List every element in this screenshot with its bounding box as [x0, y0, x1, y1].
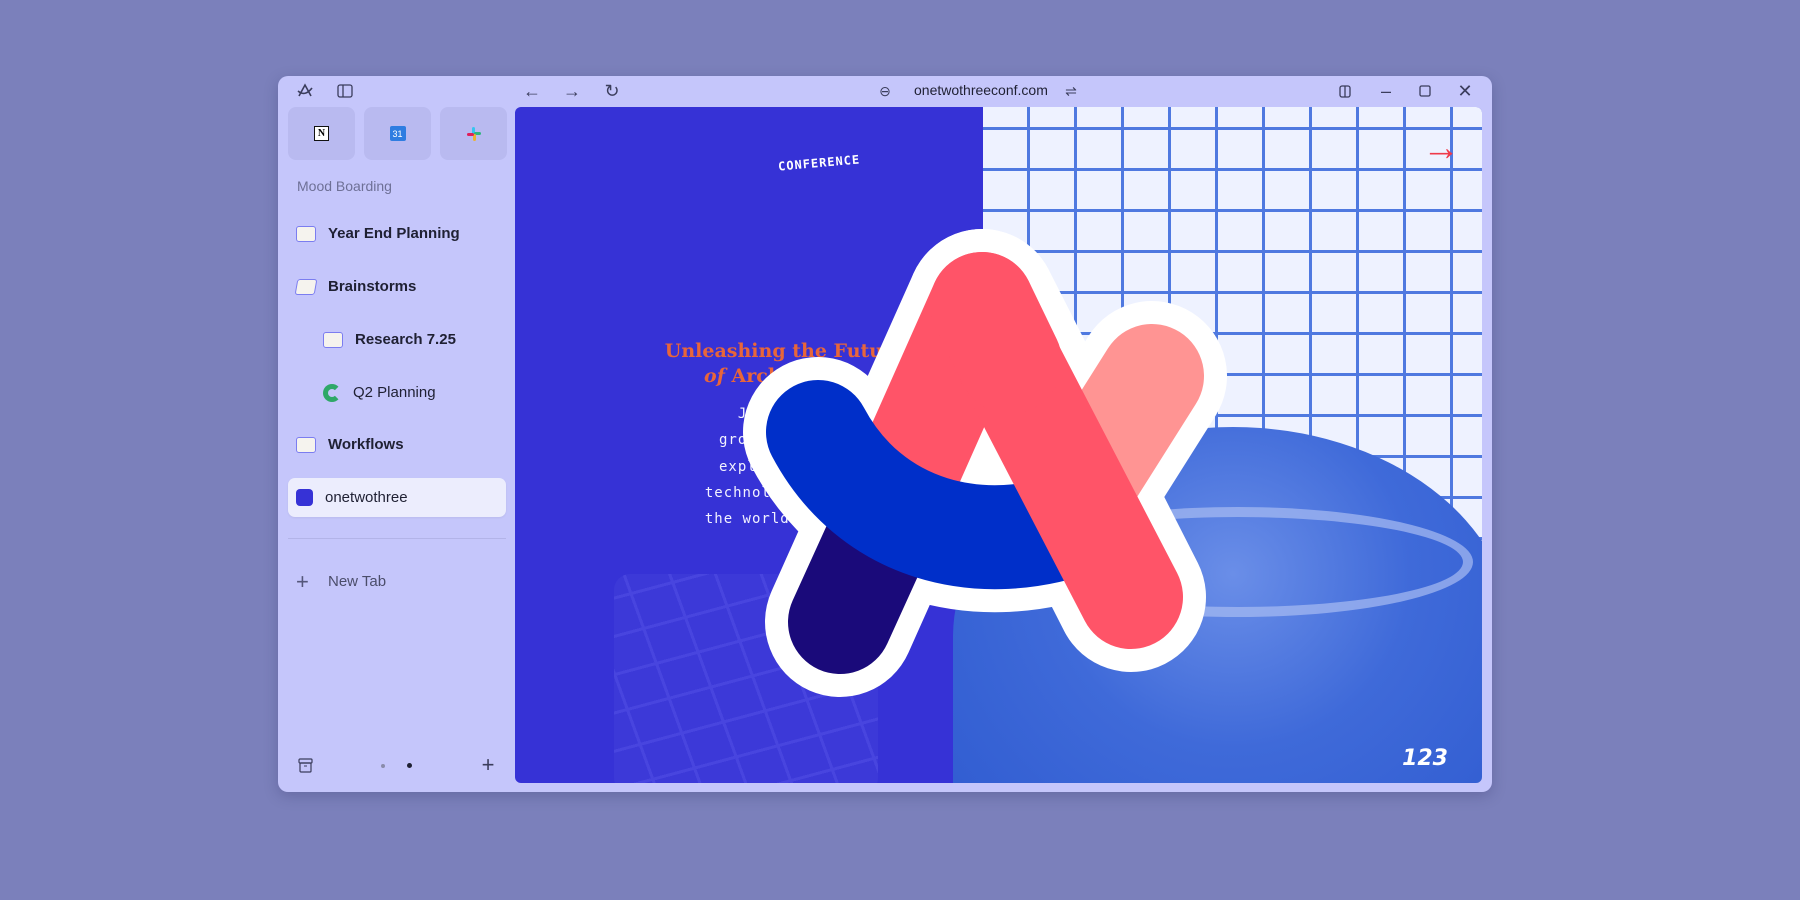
arc-logo-overlay — [743, 229, 1227, 697]
